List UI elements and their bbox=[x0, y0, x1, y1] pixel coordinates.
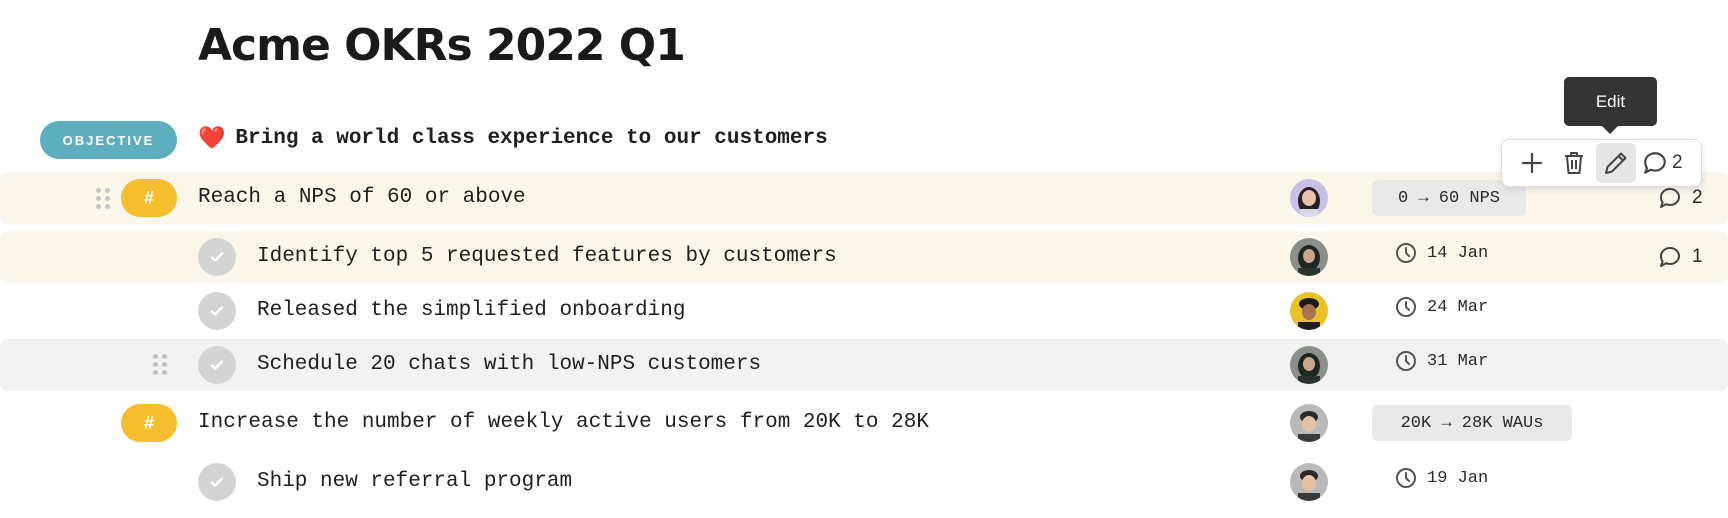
key-result-text[interactable]: Reach a NPS of 60 or above bbox=[198, 183, 526, 213]
edit-tooltip: Edit bbox=[1564, 77, 1657, 134]
task-text[interactable]: Identify top 5 requested features by cus… bbox=[257, 242, 837, 272]
drag-handle-icon[interactable] bbox=[153, 354, 167, 376]
comment-count[interactable]: 2 bbox=[1658, 186, 1703, 210]
key-result-text[interactable]: Increase the number of weekly active use… bbox=[198, 408, 929, 438]
trash-icon bbox=[1565, 152, 1583, 174]
edit-button[interactable] bbox=[1596, 143, 1636, 183]
drag-handle-icon[interactable] bbox=[96, 188, 110, 210]
key-result-badge[interactable]: # bbox=[121, 179, 177, 217]
comment-icon bbox=[1660, 188, 1680, 208]
due-date[interactable]: 19 Jan bbox=[1395, 467, 1488, 489]
comment-icon bbox=[1644, 152, 1666, 174]
due-date-label: 14 Jan bbox=[1427, 243, 1489, 263]
heart-emoji-icon: ❤️ bbox=[198, 126, 226, 151]
objective-badge[interactable]: OBJECTIVE bbox=[40, 121, 177, 159]
check-icon[interactable] bbox=[198, 463, 236, 501]
metric-pill[interactable]: 20K → 28K WAUs bbox=[1372, 405, 1572, 441]
due-date[interactable]: 31 Mar bbox=[1395, 350, 1488, 372]
avatar[interactable] bbox=[1290, 292, 1328, 330]
comment-count-label: 1 bbox=[1692, 246, 1703, 267]
task-text[interactable]: Schedule 20 chats with low-NPS customers bbox=[257, 350, 761, 380]
clock-icon bbox=[1396, 297, 1416, 317]
row-action-toolbar: 2 bbox=[1501, 139, 1702, 187]
page-title: Acme OKRs 2022 Q1 bbox=[198, 20, 686, 71]
metric-pill[interactable]: 0 → 60 NPS bbox=[1372, 180, 1526, 216]
comments-button[interactable]: 2 bbox=[1638, 143, 1687, 183]
task-row[interactable]: Released the simplified onboarding 24 Ma… bbox=[0, 285, 1728, 337]
task-row[interactable]: Ship new referral program 19 Jan bbox=[0, 456, 1728, 508]
task-text[interactable]: Ship new referral program bbox=[257, 467, 572, 497]
check-icon[interactable] bbox=[198, 238, 236, 276]
comment-count[interactable]: 1 bbox=[1658, 245, 1703, 269]
avatar[interactable] bbox=[1290, 179, 1328, 217]
objective-text: Bring a world class experience to our cu… bbox=[235, 127, 828, 150]
due-date[interactable]: 14 Jan bbox=[1395, 242, 1488, 264]
task-row[interactable]: Identify top 5 requested features by cus… bbox=[0, 231, 1728, 283]
comment-count-label: 2 bbox=[1692, 187, 1703, 208]
comment-icon bbox=[1660, 247, 1680, 267]
task-text[interactable]: Released the simplified onboarding bbox=[257, 296, 685, 326]
check-icon[interactable] bbox=[198, 292, 236, 330]
clock-icon bbox=[1396, 243, 1416, 263]
plus-icon bbox=[1521, 152, 1543, 174]
avatar[interactable] bbox=[1290, 404, 1328, 442]
toolbar-comment-count: 2 bbox=[1672, 152, 1683, 173]
pencil-icon bbox=[1605, 152, 1627, 174]
clock-icon bbox=[1396, 351, 1416, 371]
key-result-row[interactable]: # Reach a NPS of 60 or above 0 → 60 NPS … bbox=[0, 172, 1728, 224]
key-result-row[interactable]: # Increase the number of weekly active u… bbox=[0, 397, 1728, 449]
clock-icon bbox=[1396, 468, 1416, 488]
avatar[interactable] bbox=[1290, 346, 1328, 384]
objective-title[interactable]: ❤️ Bring a world class experience to our… bbox=[198, 124, 828, 154]
avatar[interactable] bbox=[1290, 463, 1328, 501]
due-date-label: 31 Mar bbox=[1427, 351, 1489, 371]
delete-button[interactable] bbox=[1554, 143, 1594, 183]
due-date[interactable]: 24 Mar bbox=[1395, 296, 1488, 318]
due-date-label: 24 Mar bbox=[1427, 297, 1489, 317]
add-button[interactable] bbox=[1512, 143, 1552, 183]
key-result-badge[interactable]: # bbox=[121, 404, 177, 442]
avatar[interactable] bbox=[1290, 238, 1328, 276]
task-row[interactable]: Schedule 20 chats with low-NPS customers… bbox=[0, 339, 1728, 391]
due-date-label: 19 Jan bbox=[1427, 468, 1489, 488]
check-icon[interactable] bbox=[198, 346, 236, 384]
